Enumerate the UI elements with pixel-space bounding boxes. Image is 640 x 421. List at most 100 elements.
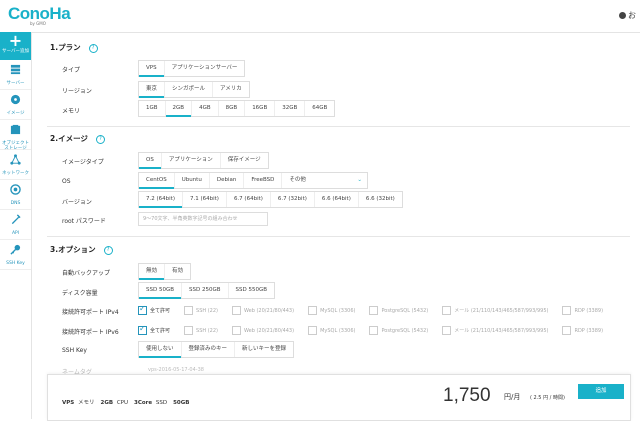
ipv6-ports: 全て許可 SSH (22) Web (20/21/80/443) MySQL (…: [138, 324, 617, 335]
checkbox[interactable]: [369, 306, 379, 315]
memory-option-8gb[interactable]: 8GB: [219, 101, 246, 116]
version-option-72-64[interactable]: 7.2 (64bit): [139, 192, 183, 208]
ssh-option-registered[interactable]: 登録済みのキー: [182, 342, 236, 357]
sidebar-item-image[interactable]: イメージ: [0, 90, 31, 120]
port-label: メール (21/110/143/465/587/993/995): [454, 308, 549, 314]
sidebar-item-label: API: [11, 231, 20, 236]
memory-option-1gb[interactable]: 1GB: [139, 101, 166, 116]
sidebar-item-server[interactable]: サーバー: [0, 60, 31, 90]
image-type-option-application[interactable]: アプリケーション: [162, 153, 221, 168]
disk-label: ディスク容量: [62, 290, 98, 297]
ssh-option-none[interactable]: 使用しない: [139, 342, 182, 358]
help-icon[interactable]: ?: [88, 43, 98, 53]
section-title-options: 3.オプション?: [50, 244, 113, 255]
ipv6-port-mail[interactable]: メール (21/110/143/465/587/993/995): [442, 326, 548, 335]
section-title-plan: 1.プラン?: [50, 42, 98, 53]
version-option-67-64[interactable]: 6.7 (64bit): [227, 192, 271, 207]
disk-option-50gb[interactable]: SSD 50GB: [139, 283, 182, 299]
sidebar-item-label: SSH Key: [6, 261, 25, 266]
region-option-tokyo[interactable]: 東京: [139, 82, 166, 98]
sidebar-item-ssh-key[interactable]: SSH Key: [0, 240, 31, 270]
ipv4-port-web[interactable]: Web (20/21/80/443): [231, 306, 294, 315]
image-type-option-saved[interactable]: 保存イメージ: [221, 153, 268, 168]
ipv4-label: 接続許可ポート IPv4: [62, 309, 119, 316]
disk-option-550gb[interactable]: SSD 550GB: [229, 283, 275, 298]
memory-option-2gb[interactable]: 2GB: [165, 101, 193, 117]
os-option-freebsd[interactable]: FreeBSD: [244, 173, 283, 188]
spec-memory-label: メモリ: [78, 400, 95, 406]
spec-vps: VPS: [62, 400, 75, 406]
version-option-67-32[interactable]: 6.7 (32bit): [271, 192, 315, 207]
memory-option-32gb[interactable]: 32GB: [275, 101, 306, 116]
user-name: お: [628, 11, 636, 20]
checkbox[interactable]: [562, 326, 572, 335]
port-label: メール (21/110/143/465/587/993/995): [454, 328, 549, 334]
checkbox-checked[interactable]: [138, 304, 147, 315]
port-label: 全て許可: [150, 308, 171, 314]
checkbox[interactable]: [231, 326, 241, 335]
backup-option-on[interactable]: 有効: [165, 264, 190, 279]
region-option-singapore[interactable]: シンガポール: [165, 82, 214, 97]
network-icon: [10, 154, 21, 165]
ipv6-port-mysql[interactable]: MySQL (3306): [308, 326, 355, 335]
version-option-66-32[interactable]: 6.6 (32bit): [359, 192, 402, 207]
version-option-66-64[interactable]: 6.6 (64bit): [315, 192, 359, 207]
disk-option-250gb[interactable]: SSD 250GB: [182, 283, 229, 298]
type-option-app-server[interactable]: アプリケーションサーバー: [165, 61, 245, 76]
os-option-ubuntu[interactable]: Ubuntu: [175, 173, 210, 188]
ipv6-port-rdp[interactable]: RDP (3389): [562, 326, 603, 335]
type-selector: VPS アプリケーションサーバー: [138, 60, 246, 77]
checkbox[interactable]: [184, 306, 194, 315]
ssh-option-new[interactable]: 新しいキーを登録: [235, 342, 293, 357]
ipv4-port-mail[interactable]: メール (21/110/143/465/587/993/995): [442, 306, 548, 315]
add-button[interactable]: 追加: [578, 384, 624, 399]
ipv4-port-all[interactable]: 全て許可: [138, 304, 171, 315]
checkbox[interactable]: [442, 306, 452, 315]
spec-memory: 2GB: [100, 400, 114, 406]
checkbox-checked[interactable]: [138, 324, 147, 335]
help-icon[interactable]: ?: [103, 245, 113, 255]
help-icon[interactable]: ?: [95, 134, 105, 144]
checkbox[interactable]: [369, 326, 379, 335]
image-type-option-os[interactable]: OS: [139, 153, 162, 169]
user-menu[interactable]: お: [619, 10, 636, 21]
ipv4-port-postgresql[interactable]: PostgreSQL (5432): [369, 306, 428, 315]
checkbox[interactable]: [231, 306, 241, 315]
version-option-71-64[interactable]: 7.1 (64bit): [183, 192, 227, 207]
type-option-vps[interactable]: VPS: [139, 61, 165, 77]
ipv6-port-web[interactable]: Web (20/21/80/443): [231, 326, 294, 335]
sidebar-item-storage[interactable]: オブジェクト ストレージ: [0, 120, 31, 151]
ipv6-port-postgresql[interactable]: PostgreSQL (5432): [369, 326, 428, 335]
ipv4-port-ssh[interactable]: SSH (22): [184, 306, 218, 315]
checkbox[interactable]: [308, 326, 318, 335]
region-label: リージョン: [62, 88, 92, 95]
checkbox[interactable]: [308, 306, 318, 315]
checkbox[interactable]: [562, 306, 572, 315]
ipv4-port-mysql[interactable]: MySQL (3306): [308, 306, 355, 315]
os-option-debian[interactable]: Debian: [210, 173, 245, 188]
sidebar-item-network[interactable]: ネットワーク: [0, 150, 31, 180]
os-label: OS: [62, 178, 71, 185]
sidebar-item-api[interactable]: API: [0, 210, 31, 240]
ipv4-port-rdp[interactable]: RDP (3389): [562, 306, 603, 315]
ipv6-port-ssh[interactable]: SSH (22): [184, 326, 218, 335]
ipv6-port-all[interactable]: 全て許可: [138, 324, 170, 335]
port-label: SSH (22): [196, 328, 218, 334]
password-input[interactable]: 9〜70文字、半角英数字記号の組み合わせ: [138, 212, 268, 226]
os-option-other[interactable]: その他 ⌄: [282, 173, 367, 188]
os-selector: CentOS Ubuntu Debian FreeBSD その他 ⌄: [138, 172, 368, 189]
sidebar-item-dns[interactable]: DNS: [0, 180, 31, 210]
type-label: タイプ: [62, 67, 81, 74]
name-tag-value[interactable]: vps-2016-05-17-04-38: [148, 367, 204, 373]
region-option-america[interactable]: アメリカ: [213, 82, 249, 97]
add-server-button[interactable]: + サーバー追加: [0, 32, 31, 60]
memory-option-16gb[interactable]: 16GB: [245, 101, 276, 116]
os-option-centos[interactable]: CentOS: [139, 173, 175, 189]
memory-option-4gb[interactable]: 4GB: [192, 101, 219, 116]
section-divider: [47, 126, 630, 127]
checkbox[interactable]: [184, 326, 194, 335]
backup-option-off[interactable]: 無効: [139, 264, 166, 280]
backup-selector: 無効 有効: [138, 263, 192, 280]
memory-option-64gb[interactable]: 64GB: [305, 101, 334, 116]
checkbox[interactable]: [442, 326, 452, 335]
